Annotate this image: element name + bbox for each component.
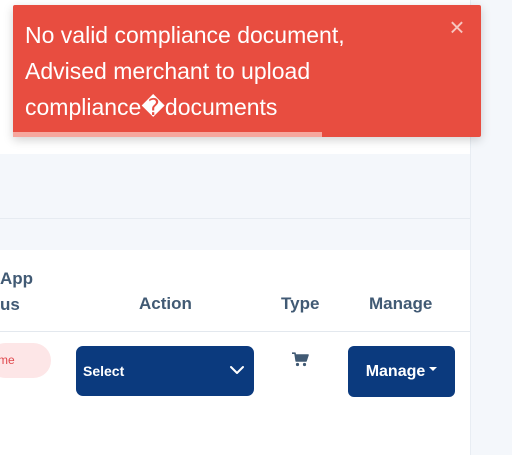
section-gap [0,219,470,250]
error-toast: No valid compliance document, Advised me… [13,5,481,137]
column-header-app-status-line1: App [0,269,34,288]
status-badge: me [0,343,51,378]
manage-dropdown-button[interactable]: Manage [348,346,455,397]
close-icon[interactable]: × [445,14,469,40]
action-select[interactable]: Select [76,346,254,396]
manage-button-label: Manage [365,362,426,380]
toast-message-line: compliance�documents [25,94,278,120]
toast-message-line: No valid compliance document, [25,22,345,48]
column-header-app-status: App us [0,266,33,318]
cart-icon [292,352,309,367]
toast-progress-bar [13,132,322,137]
column-header-action: Action [139,294,192,313]
action-select-value: Select [83,363,125,379]
table-row-divider [0,331,470,332]
toast-message: No valid compliance document, Advised me… [25,17,435,125]
caret-down-icon [429,366,438,371]
chevron-down-icon [230,366,244,374]
column-header-app-status-line2: us [0,295,20,314]
column-header-manage: Manage [369,294,433,313]
column-header-type: Type [281,294,320,313]
toast-message-line: Advised merchant to upload [25,58,311,84]
